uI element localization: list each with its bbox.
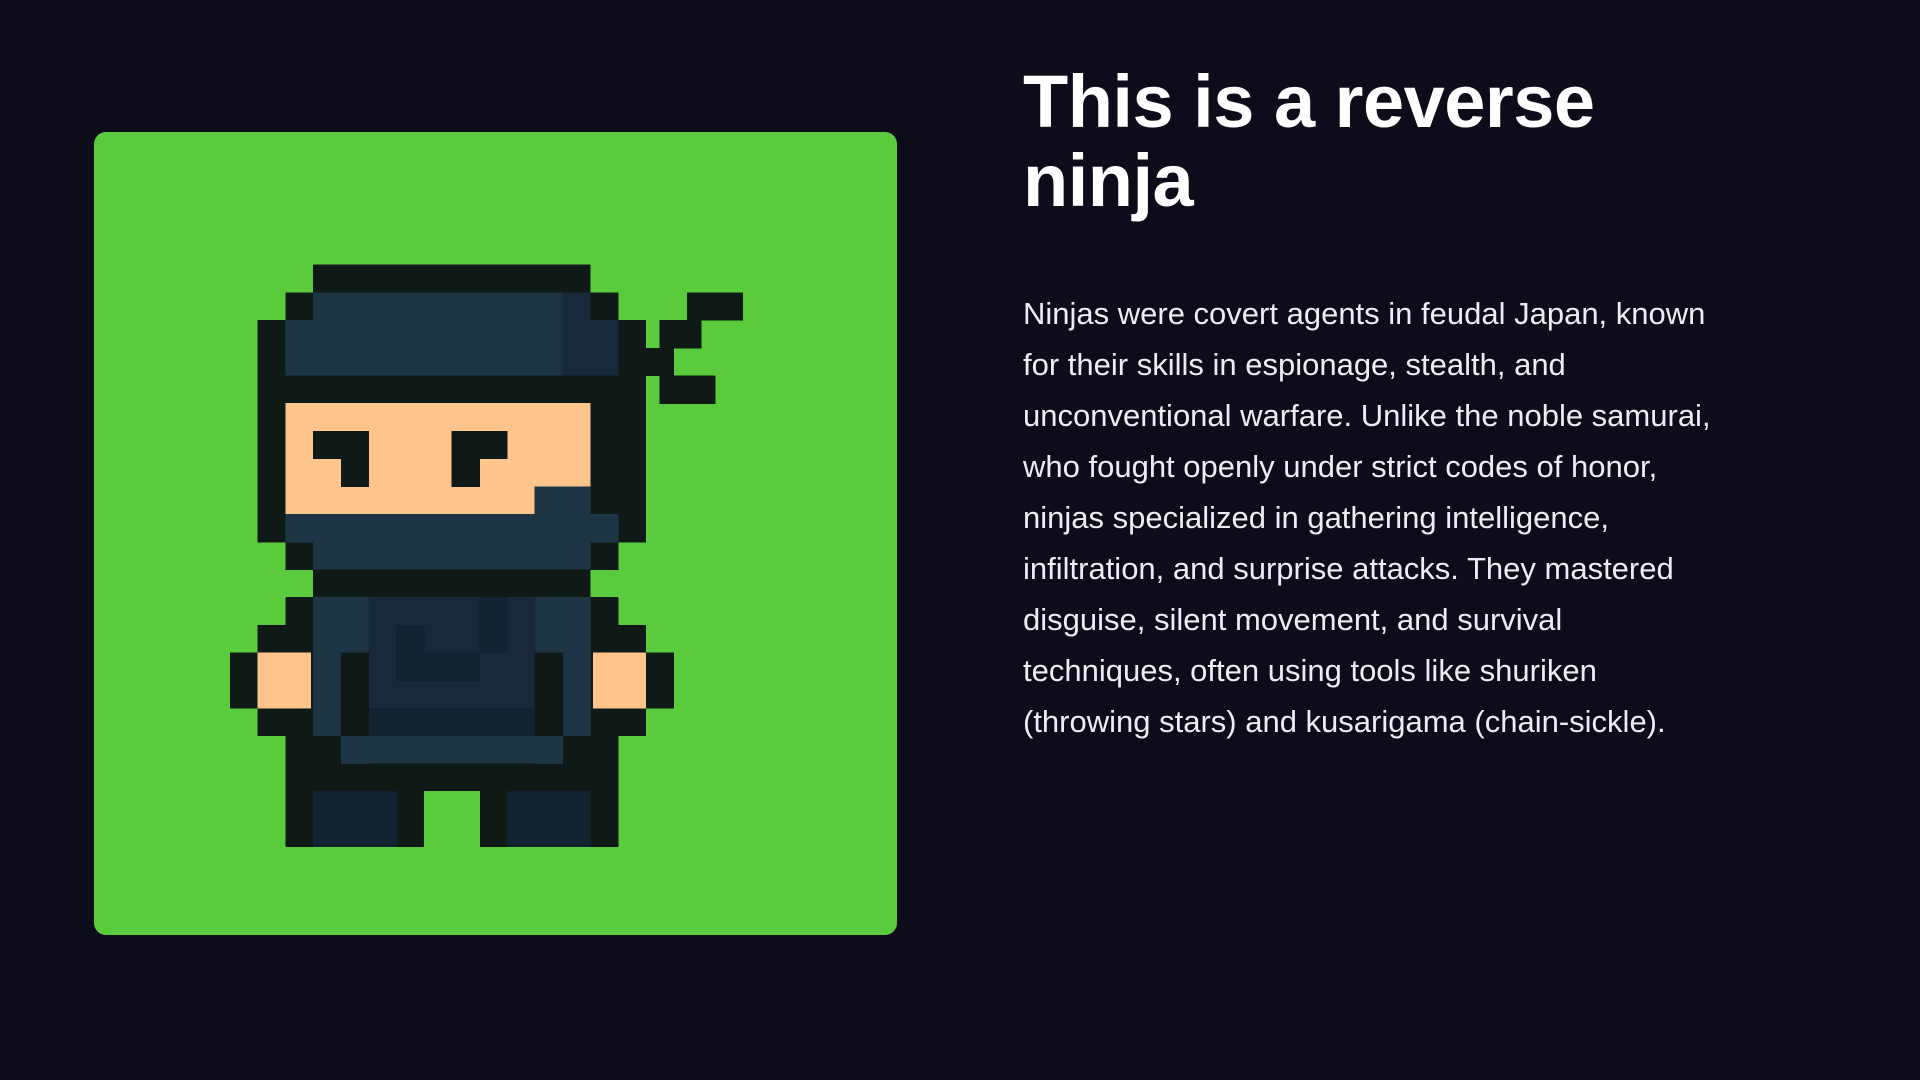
torso — [340, 735, 563, 764]
hood-outline — [617, 320, 647, 543]
page-title: This is a reverse ninja — [1023, 60, 1595, 222]
mask — [313, 541, 591, 570]
right-eye — [451, 458, 480, 487]
headband-tail — [659, 375, 716, 404]
hood-outline — [257, 320, 286, 543]
pixel-ninja-icon — [230, 264, 743, 847]
hood-shade — [590, 320, 619, 377]
leg-space — [423, 791, 480, 847]
belt — [340, 707, 563, 737]
headband-tail — [645, 347, 674, 377]
hand-outline — [590, 707, 647, 737]
hood-outline — [313, 264, 591, 293]
arm-edge — [534, 652, 563, 737]
left-eye — [340, 458, 370, 487]
headband — [285, 375, 619, 404]
left-hand — [257, 652, 311, 709]
hand-outline — [257, 707, 314, 737]
mask — [285, 514, 619, 543]
arm-outline — [645, 652, 674, 709]
neck-band — [313, 569, 591, 598]
ninja-illustration — [94, 132, 897, 935]
description-paragraph: Ninjas were covert agents in feudal Japa… — [1023, 296, 1711, 739]
right-hand — [592, 652, 647, 709]
arm-outline — [230, 652, 259, 709]
belt-diagonal — [423, 652, 480, 681]
mask-shade — [534, 486, 591, 515]
belt-diagonal — [396, 624, 425, 681]
left-eye — [313, 430, 370, 460]
right-leg — [507, 791, 591, 847]
content-column: This is a reverse ninja Ninjas were cove… — [1023, 62, 1743, 747]
right-eye — [451, 430, 508, 460]
arm-edge — [340, 652, 370, 737]
belt-diagonal — [479, 597, 508, 654]
headband-tail — [687, 292, 743, 321]
left-leg — [313, 791, 397, 847]
headband-tail — [659, 320, 702, 349]
leg-gap — [368, 763, 536, 792]
hood-shade — [562, 292, 591, 377]
